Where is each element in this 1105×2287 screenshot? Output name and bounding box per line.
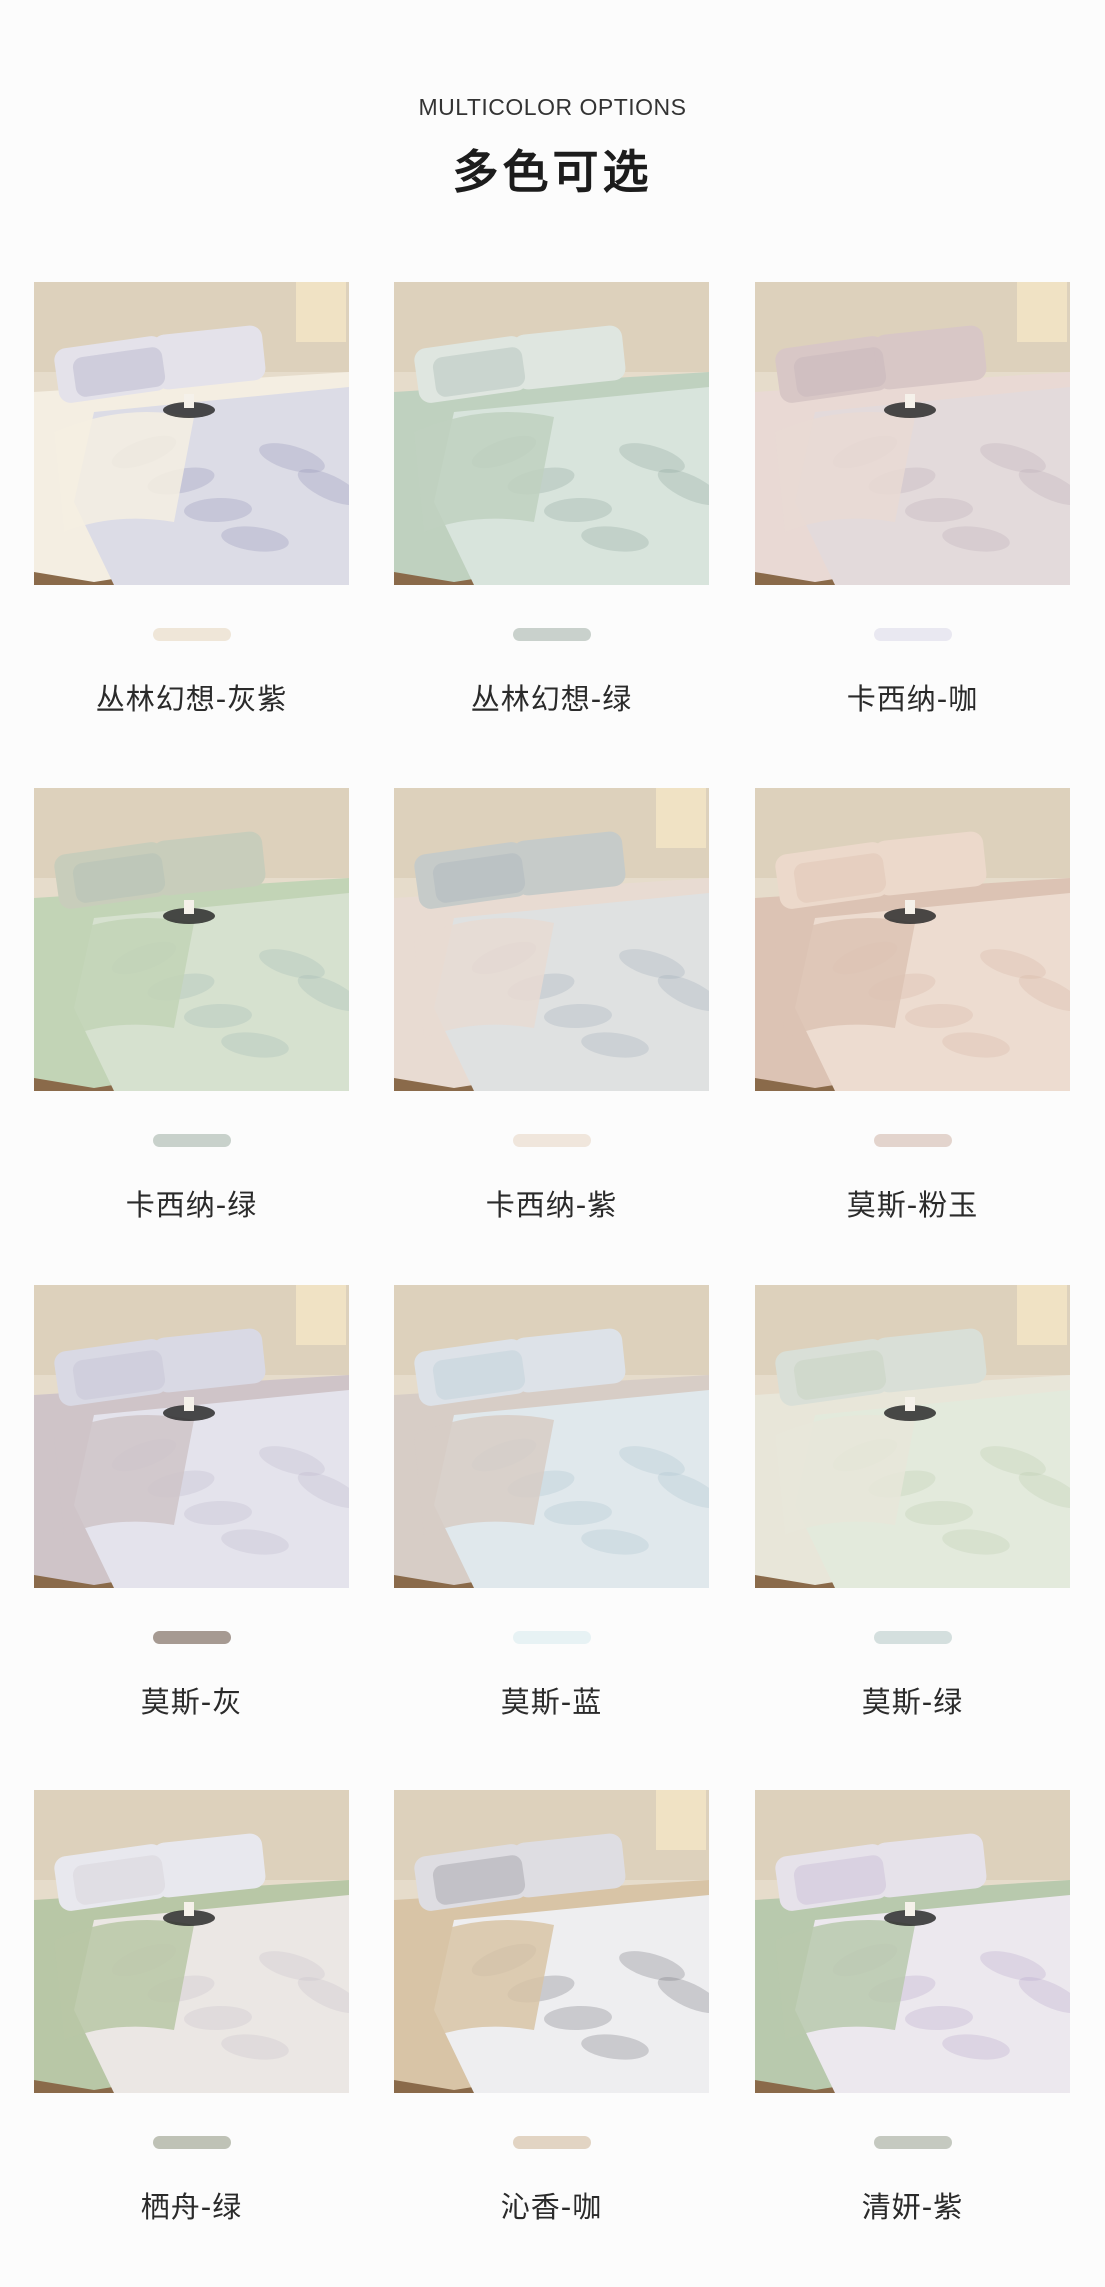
section-subtitle: MULTICOLOR OPTIONS <box>418 94 687 120</box>
bedding-photo[interactable] <box>34 1285 349 1588</box>
color-option-label: 莫斯-灰 <box>140 1685 243 1719</box>
color-option-label: 卡西纳-紫 <box>485 1188 618 1222</box>
bedding-photo[interactable] <box>394 1285 709 1588</box>
color-option-label: 莫斯-粉玉 <box>846 1188 979 1222</box>
color-swatch[interactable] <box>153 628 231 641</box>
color-option-label: 莫斯-蓝 <box>500 1685 603 1719</box>
section-title: 多色可选 <box>452 145 653 199</box>
color-swatch[interactable] <box>513 628 591 641</box>
color-swatch[interactable] <box>874 1631 952 1644</box>
bedding-photo[interactable] <box>34 1790 349 2093</box>
color-option-label: 卡西纳-咖 <box>846 682 979 716</box>
color-option-label: 丛林幻想-灰紫 <box>95 682 288 716</box>
color-option-label: 沁香-咖 <box>500 2190 603 2224</box>
bedding-photo[interactable] <box>34 788 349 1091</box>
color-swatch[interactable] <box>153 1631 231 1644</box>
bedding-photo[interactable] <box>755 1790 1070 2093</box>
color-option-label: 栖舟-绿 <box>140 2190 243 2224</box>
color-option-label: 莫斯-绿 <box>861 1685 964 1719</box>
color-swatch[interactable] <box>874 628 952 641</box>
color-swatch[interactable] <box>153 1134 231 1147</box>
bedding-photo[interactable] <box>755 282 1070 585</box>
color-swatch[interactable] <box>874 1134 952 1147</box>
color-swatch[interactable] <box>513 1134 591 1147</box>
color-option-label: 清妍-紫 <box>861 2190 964 2224</box>
bedding-photo[interactable] <box>394 282 709 585</box>
color-option-label: 丛林幻想-绿 <box>470 682 633 716</box>
bedding-photo[interactable] <box>394 788 709 1091</box>
bedding-photo[interactable] <box>755 1285 1070 1588</box>
color-swatch[interactable] <box>513 1631 591 1644</box>
color-swatch[interactable] <box>513 2136 591 2149</box>
color-swatch[interactable] <box>874 2136 952 2149</box>
color-option-label: 卡西纳-绿 <box>125 1188 258 1222</box>
bedding-photo[interactable] <box>755 788 1070 1091</box>
bedding-photo[interactable] <box>34 282 349 585</box>
color-swatch[interactable] <box>153 2136 231 2149</box>
bedding-photo[interactable] <box>394 1790 709 2093</box>
